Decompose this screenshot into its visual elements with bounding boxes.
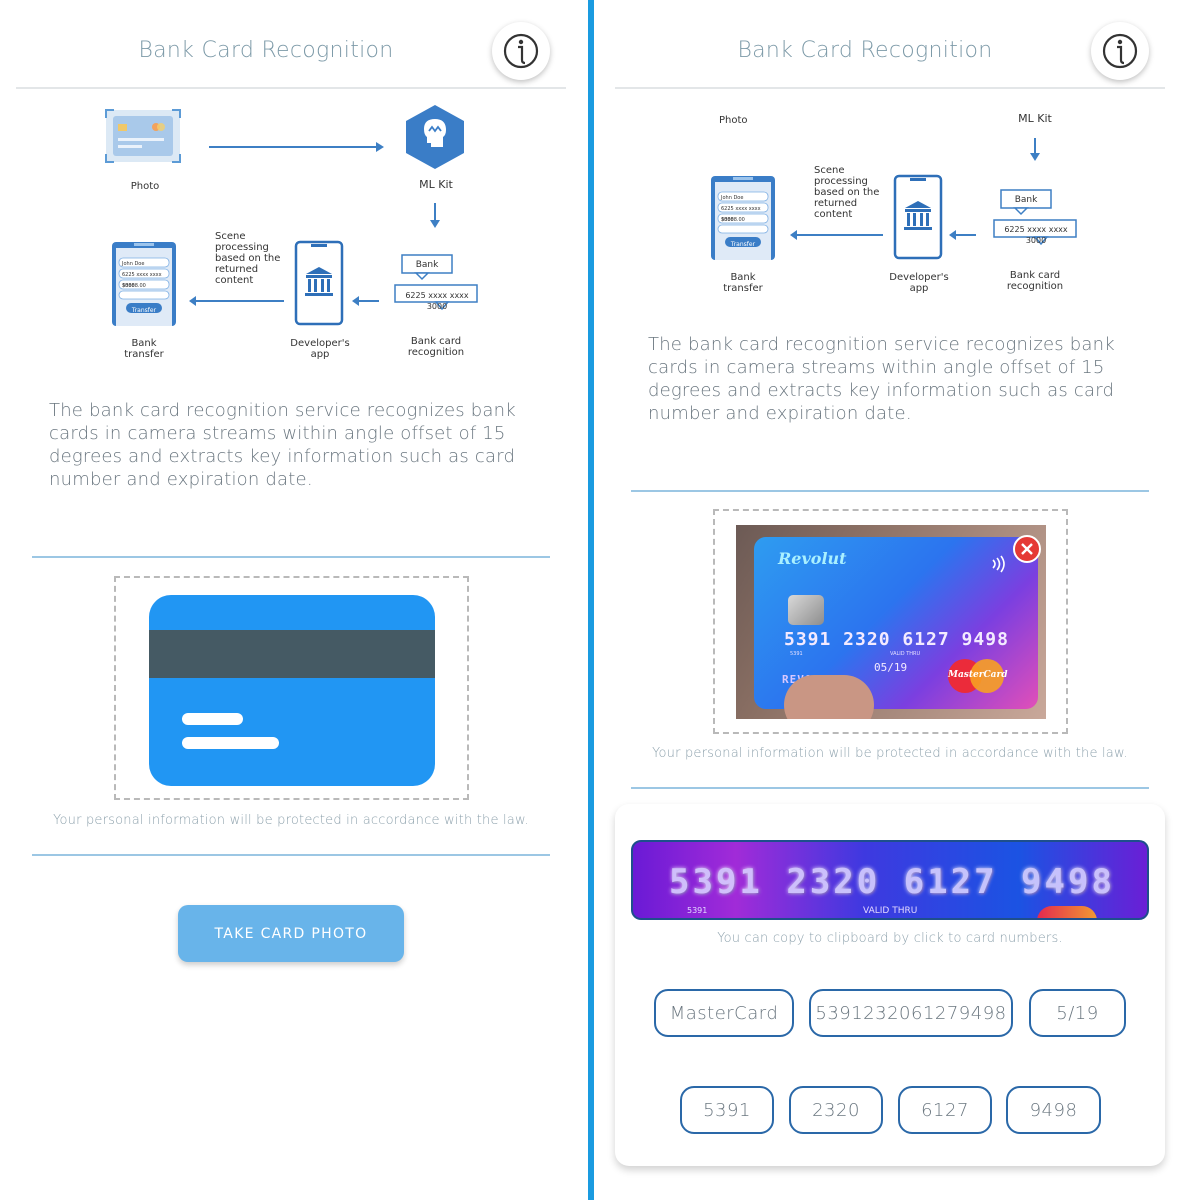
phone-name-text: John Doe xyxy=(122,261,145,267)
arrow-left-icon xyxy=(949,230,976,240)
section-divider-bottom xyxy=(32,854,550,856)
number-group-chip-3[interactable]: 6127 xyxy=(898,1086,992,1134)
crop-valid-thru-label: VALID THRU xyxy=(863,906,918,916)
number-group-chip-1[interactable]: 5391 xyxy=(680,1086,774,1134)
screen-divider xyxy=(588,0,594,1200)
phone-name-text: John Doe xyxy=(721,195,744,201)
bubble-number-text: 6225 xxxx xxxx 3000 xyxy=(1004,225,1068,245)
developer-phone-icon xyxy=(294,240,344,326)
card-number-chip[interactable]: 5391232061279498 xyxy=(809,989,1013,1037)
phone-transfer-button: Transfer xyxy=(730,241,756,248)
bubble-number-text: 6225 xxxx xxxx 3000 xyxy=(405,291,469,311)
section-divider-top xyxy=(631,490,1149,492)
photo-label: Photo xyxy=(719,115,748,126)
developer-app-label: Developer's app xyxy=(290,338,350,360)
crop-logo-fragment xyxy=(1037,906,1097,918)
card-number-text: 5391 2320 6127 9498 xyxy=(784,629,1009,650)
scene-processing-note: Scene processing based on the returned c… xyxy=(814,165,880,220)
card-type-chip[interactable]: MasterCard xyxy=(654,989,794,1037)
ml-kit-label: ML Kit xyxy=(419,178,453,191)
arrow-left-long-icon xyxy=(790,230,883,240)
arrow-down-icon xyxy=(1030,138,1040,161)
ml-kit-label: ML Kit xyxy=(1018,112,1052,125)
card-capture-frame[interactable] xyxy=(114,576,469,800)
results-panel: 5391 2320 6127 9498 5391 VALID THRU You … xyxy=(615,804,1165,1166)
crop-small-number: 5391 xyxy=(687,906,708,915)
scene-processing-note: Scene processing based on the returned c… xyxy=(215,231,281,286)
take-card-photo-button[interactable]: TAKE CARD PHOTO xyxy=(178,905,404,962)
card-expiry-text: 05/19 xyxy=(874,661,908,674)
card-number-crop[interactable]: 5391 2320 6127 9498 5391 VALID THRU xyxy=(631,840,1149,920)
card-capture-frame[interactable]: Revolut 5391 2320 6127 9498 5391 VALID T… xyxy=(713,509,1068,734)
page-title: Bank Card Recognition xyxy=(737,38,993,63)
section-divider-bottom xyxy=(631,787,1149,789)
card-small-number: 5391 xyxy=(790,651,803,657)
info-icon xyxy=(1102,33,1138,69)
mastercard-logo-text: MasterCard xyxy=(948,670,1008,680)
bank-card-recognition-label: Bank card recognition xyxy=(407,336,465,358)
thumb-overlay xyxy=(784,675,874,719)
phone-transfer-button: Transfer xyxy=(131,307,157,314)
crop-number-text: 5391 2320 6127 9498 xyxy=(669,862,1115,902)
left-screen: Bank Card Recognition Photo ML Kit Bank … xyxy=(16,0,566,1200)
service-description: The bank card recognition service recogn… xyxy=(49,400,516,490)
card-placeholder-icon xyxy=(149,595,435,786)
bubble-bank-text: Bank xyxy=(1014,195,1038,205)
header-divider xyxy=(615,87,1165,89)
developer-phone-icon xyxy=(893,174,943,260)
captured-card-photo: Revolut 5391 2320 6127 9498 5391 VALID T… xyxy=(736,525,1046,719)
number-group-chip-4[interactable]: 9498 xyxy=(1006,1086,1101,1134)
info-button[interactable] xyxy=(1091,22,1149,80)
photo-card-icon xyxy=(105,109,181,163)
page-title: Bank Card Recognition xyxy=(138,38,394,63)
card-chip xyxy=(788,595,824,625)
privacy-notice: Your personal information will be protec… xyxy=(53,813,529,828)
close-icon xyxy=(1021,543,1033,555)
expiry-chip[interactable]: 5/19 xyxy=(1029,989,1126,1037)
bank-card-recognition-label: Bank card recognition xyxy=(1006,270,1064,292)
privacy-notice: Your personal information will be protec… xyxy=(652,746,1128,761)
card-valid-thru-label: VALID THRU xyxy=(890,651,921,657)
header-divider xyxy=(16,87,566,89)
copy-hint: You can copy to clipboard by click to ca… xyxy=(717,931,1063,946)
arrow-right-icon xyxy=(209,142,384,152)
info-icon xyxy=(503,33,539,69)
number-group-chip-2[interactable]: 2320 xyxy=(789,1086,883,1134)
bank-transfer-label: Bank transfer xyxy=(124,338,164,360)
right-screen: Bank Card Recognition Photo ML Kit Bank … xyxy=(615,0,1165,1200)
phone-amount-text: $8888.00 xyxy=(122,283,146,289)
service-description: The bank card recognition service recogn… xyxy=(648,334,1115,424)
phone-amount-text: $8888.00 xyxy=(721,217,745,223)
ml-kit-icon xyxy=(406,105,464,169)
info-button[interactable] xyxy=(492,22,550,80)
flow-diagram: Photo ML Kit Bank 6225 xxxx xxxx 3000 Ba… xyxy=(16,95,566,375)
photo-label: Photo xyxy=(130,181,160,192)
contactless-icon xyxy=(992,555,1005,573)
bank-transfer-label: Bank transfer xyxy=(723,272,763,294)
arrow-down-icon xyxy=(430,203,440,228)
arrow-left-long-icon xyxy=(189,296,284,306)
mastercard-logo-icon: MasterCard xyxy=(948,659,1008,693)
bubble-bank-text: Bank xyxy=(415,260,439,270)
section-divider-top xyxy=(32,556,550,558)
card-brand-text: Revolut xyxy=(778,549,847,568)
arrow-left-icon xyxy=(352,296,379,306)
developer-app-label: Developer's app xyxy=(889,272,949,294)
remove-photo-button[interactable] xyxy=(1013,535,1041,563)
